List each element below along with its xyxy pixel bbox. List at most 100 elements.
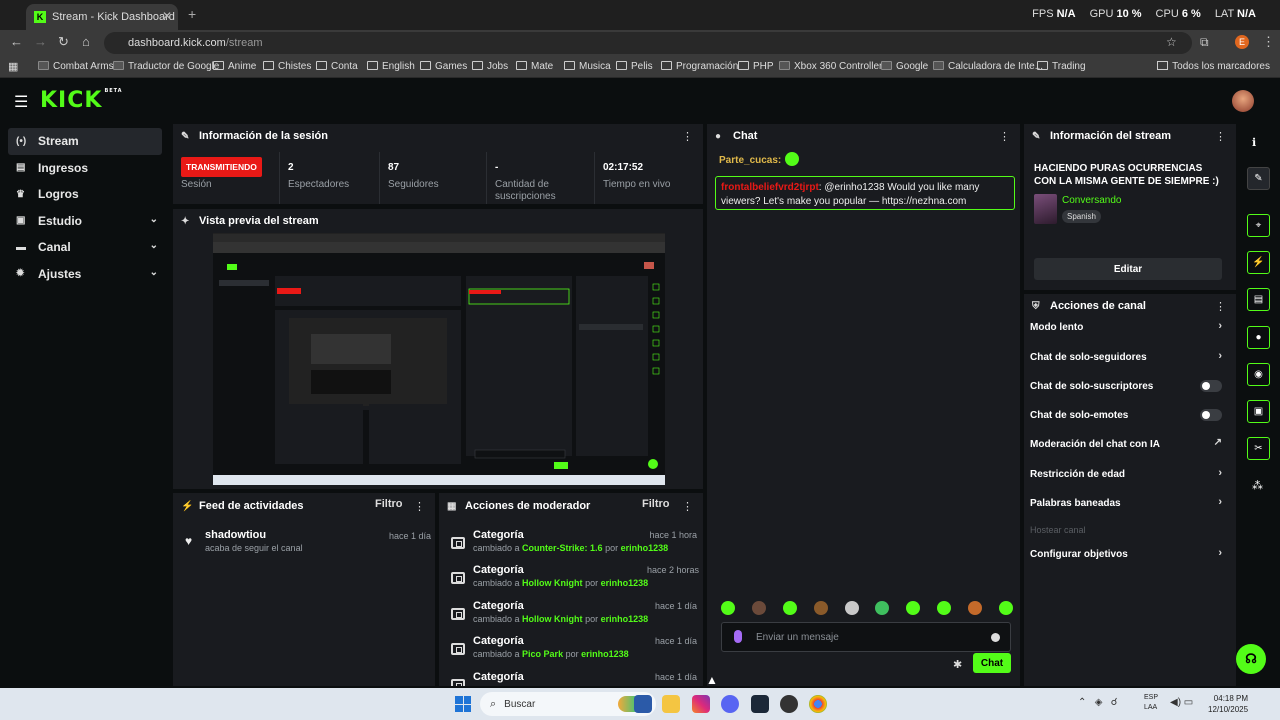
bookmark-item[interactable]: English [367,61,415,72]
bookmark-item[interactable]: Trading [1037,61,1086,72]
bookmark-item[interactable]: Jobs [472,61,508,72]
feed-options-icon[interactable]: ⋮ [414,500,425,513]
bookmark-item[interactable]: Calculadora de Inte... [933,61,1043,72]
emote-icon[interactable] [813,601,828,615]
browser-menu-icon[interactable]: ⋮ [1262,34,1275,50]
volume-icon[interactable]: ◀) ▭ [1170,697,1193,708]
taskbar-search[interactable]: ⌕ Buscar [480,692,656,716]
sidebar-item-canal[interactable]: ▬ Canal ⌄ [8,234,162,261]
user-avatar[interactable] [1232,90,1254,112]
session-options-icon[interactable]: ⋮ [682,130,693,143]
bookmark-item[interactable]: Google [881,61,928,72]
channel-action-item[interactable]: Chat de solo-suscriptores [1030,377,1222,395]
obs-icon[interactable] [780,695,798,713]
bookmark-item[interactable]: Musica [564,61,611,72]
forward-icon[interactable]: → [34,34,47,49]
sidebar-item-ajustes[interactable]: ✹ Ajustes ⌄ [8,261,162,288]
stream-preview-video[interactable] [213,233,665,485]
system-tray-icons[interactable]: ⌃ ◈ ☌ [1078,697,1117,708]
reload-icon[interactable]: ↻ [58,34,69,50]
profile-avatar[interactable]: E [1235,35,1249,49]
stream-info-options-icon[interactable]: ⋮ [1215,130,1226,143]
info-icon[interactable]: ℹ [1252,136,1256,149]
emote-icon[interactable] [844,601,859,615]
system-clock[interactable]: 04:18 PM 12/10/2025 [1208,693,1248,715]
emote-icon[interactable] [782,601,797,615]
share-icon[interactable]: ⁂ [1252,479,1263,492]
channel-actions-options-icon[interactable]: ⋮ [1215,300,1226,313]
edit-rail-button[interactable]: ✎ [1247,167,1270,190]
emoji-picker-icon[interactable] [991,633,1000,642]
bookmark-item[interactable]: Traductor de Google [113,61,219,72]
feed-filter-button[interactable]: Filtro [375,498,403,510]
bookmark-item[interactable]: Anime [213,61,256,72]
windows-start-icon[interactable] [455,696,471,712]
channel-action-item[interactable]: Moderación del chat con IA ↗ [1030,435,1222,453]
bookmark-item[interactable]: Programación [661,61,738,72]
emote-icon[interactable] [937,601,952,615]
bookmark-item[interactable]: Xbox 360 Controller... [779,61,890,72]
bookmark-star-icon[interactable]: ☆ [1166,35,1177,49]
toggle-switch[interactable] [1200,409,1222,421]
calculator-app-icon[interactable] [634,695,652,713]
bookmark-item[interactable]: Mate [516,61,553,72]
emote-icon[interactable] [751,601,766,615]
chat-user[interactable]: Parte_cucas: [719,155,781,166]
emote-icon[interactable] [968,601,982,615]
discord-icon[interactable] [721,695,739,713]
chat-settings-icon[interactable]: ✱ [953,658,962,671]
apps-grid-icon[interactable]: ▦ [8,60,18,73]
chat-input[interactable]: Enviar un mensaje [721,622,1011,652]
help-button[interactable]: ☊ [1236,644,1266,674]
channel-action-item[interactable]: Configurar objetivos › [1030,545,1222,563]
chat-rail-button[interactable]: ● [1247,326,1270,349]
emote-icon[interactable] [998,601,1013,615]
sidebar-item-logros[interactable]: ♛ Logros [8,181,162,208]
close-tab-icon[interactable]: ✕ [162,9,172,23]
feed-user[interactable]: shadowtiou [205,529,266,541]
emote-icon[interactable] [906,601,921,615]
bolt-rail-button[interactable]: ⚡ [1247,251,1270,274]
steam-icon[interactable] [751,695,769,713]
channel-action-item[interactable]: Restricción de edad › [1030,465,1222,483]
address-bar[interactable]: dashboard.kick.com/stream [104,32,1192,54]
toggle-switch[interactable] [1200,380,1222,392]
emote-icon[interactable] [721,601,735,615]
channel-action-item[interactable]: Chat de solo-seguidores › [1030,348,1222,366]
mod-options-icon[interactable]: ⋮ [682,500,693,513]
bookmark-item[interactable]: Chistes [263,61,311,72]
mod-filter-button[interactable]: Filtro [642,498,670,510]
sidebar-item-stream[interactable]: (•) Stream [8,128,162,155]
extensions-icon[interactable]: ⧉ [1200,35,1209,50]
clipboard-rail-button[interactable]: ▤ [1247,288,1270,311]
channel-action-item[interactable]: Palabras baneadas › [1030,494,1222,512]
chat-message-user[interactable]: frontalbeliefvrd2tjrpt [721,182,819,193]
highlighted-chat-message[interactable]: frontalbeliefvrd2tjrpt: @erinho1238 Woul… [715,176,1015,210]
chat-options-icon[interactable]: ⋮ [999,130,1010,143]
all-bookmarks[interactable]: Todos los marcadores [1157,61,1270,72]
channel-action-item[interactable]: Chat de solo-emotes [1030,406,1222,424]
tools-rail-button[interactable]: ✂ [1247,437,1270,460]
instagram-icon[interactable] [692,695,710,713]
file-explorer-icon[interactable] [662,695,680,713]
hamburger-menu-icon[interactable]: ☰ [14,92,28,112]
new-tab-button[interactable]: + [188,6,196,22]
browser-tab[interactable]: K Stream - Kick Dashboard ✕ [26,4,178,30]
kick-logo[interactable]: KICK BETA [40,88,123,113]
layout-rail-button[interactable]: ▣ [1247,400,1270,423]
back-icon[interactable]: ← [10,34,23,49]
keyboard-language[interactable]: ESP LAA [1144,693,1158,713]
stream-category[interactable]: Conversando [1062,195,1121,206]
bookmark-item[interactable]: PHP [738,61,774,72]
chrome-icon[interactable] [809,695,827,713]
sidebar-item-estudio[interactable]: ▣ Estudio ⌄ [8,208,162,235]
sidebar-item-ingresos[interactable]: ▤ Ingresos [8,155,162,182]
scan-rail-button[interactable]: ⌖ [1247,214,1270,237]
emote-icon[interactable] [875,601,890,615]
channel-action-item[interactable]: Modo lento › [1030,318,1222,336]
home-icon[interactable]: ⌂ [82,34,90,49]
edit-stream-button[interactable]: Editar [1034,258,1222,280]
microphone-icon[interactable] [734,630,742,643]
bookmark-item[interactable]: Games [420,61,467,72]
bookmark-item[interactable]: Conta [316,61,358,72]
